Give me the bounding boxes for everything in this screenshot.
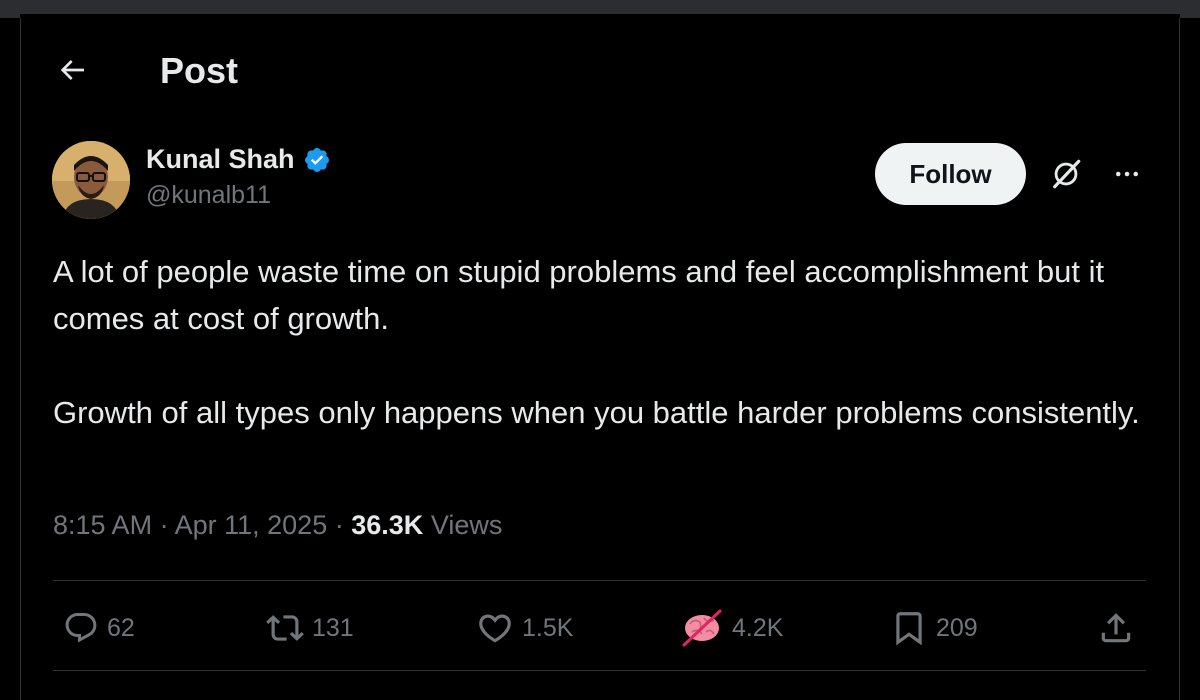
meta-separator: · [334,510,352,540]
reply-count: 62 [107,613,135,642]
engagement-bar: 62 131 1.5K 4.2K 209 [53,600,1146,656]
crossed-brain-icon [682,609,722,647]
page-title: Post [160,50,239,91]
repost-icon [266,615,304,641]
heart-icon [479,614,511,643]
post-header: Post [50,38,238,102]
post-time[interactable]: 8:15 AM [53,510,152,540]
like-button[interactable]: 1.5K [476,600,573,656]
repost-count: 131 [312,613,354,642]
bookmark-icon [896,612,922,646]
arrow-left-icon [60,60,84,80]
avatar-image [52,141,130,219]
more-horizontal-icon [1116,171,1138,177]
post-body: A lot of people waste time on stupid pro… [53,248,1163,436]
post-date[interactable]: Apr 11, 2025 [175,510,328,540]
share-button[interactable] [1097,600,1135,656]
grok-button[interactable] [1046,154,1086,194]
reply-button[interactable]: 62 [63,600,135,656]
back-button[interactable] [50,48,94,92]
reply-icon [65,613,97,643]
share-icon [1101,613,1131,643]
divider [53,670,1146,671]
custom-reaction-button[interactable]: 4.2K [680,600,783,656]
verified-badge-icon[interactable] [303,146,331,174]
like-count: 1.5K [522,613,574,642]
window-top-strip [0,0,1200,18]
author-display-name[interactable]: Kunal Shah [146,144,295,175]
post-paragraph: Growth of all types only happens when yo… [53,395,1140,430]
post-meta: 8:15 AM · Apr 11, 2025 · 36.3K Views [53,510,502,541]
bookmark-button[interactable]: 209 [890,600,978,656]
bookmark-count: 209 [936,613,978,642]
author-info: Kunal Shah @kunalb11 [146,144,331,210]
author-handle[interactable]: @kunalb11 [146,181,331,210]
follow-button[interactable]: Follow [875,143,1026,205]
repost-button[interactable]: 131 [266,600,354,656]
grok-icon [1053,159,1081,189]
views-label: Views [430,510,503,540]
meta-separator: · [159,510,175,540]
divider [53,580,1146,581]
post-paragraph: A lot of people waste time on stupid pro… [53,254,1105,336]
custom-reaction-count: 4.2K [732,613,784,642]
avatar[interactable] [52,141,130,219]
views-count: 36.3K [351,510,424,540]
more-options-button[interactable] [1106,154,1148,194]
